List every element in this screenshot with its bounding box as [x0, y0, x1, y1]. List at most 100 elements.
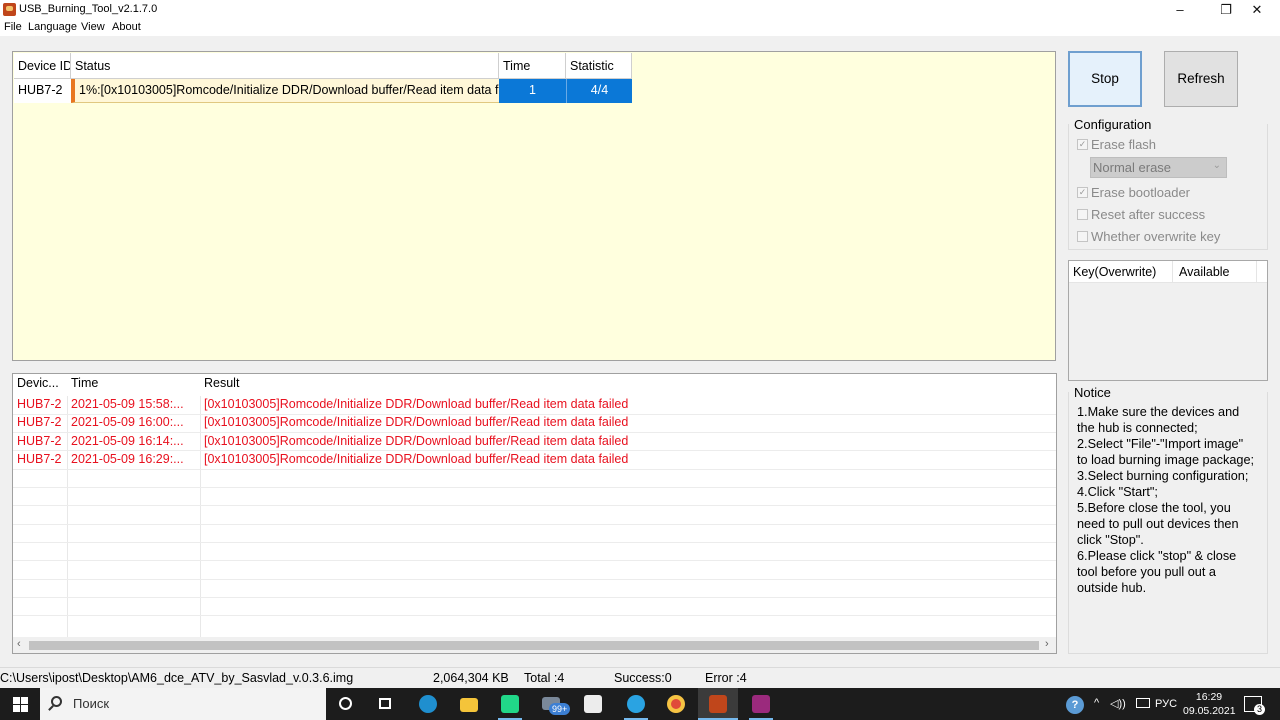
title-bar: USB_Burning_Tool_v2.1.7.0 – ❐ ✕ [0, 0, 1280, 20]
erase-flash-label: Erase flash [1091, 137, 1157, 152]
log-row-divider [13, 597, 1056, 598]
log-row-divider [13, 615, 1056, 616]
erase-mode-select[interactable]: Normal erase ⌄ [1090, 157, 1227, 178]
menu-view[interactable]: View [81, 21, 105, 33]
store-icon[interactable] [573, 688, 613, 720]
log-row-divider [13, 505, 1056, 506]
log-header-device[interactable]: Devic... [17, 376, 59, 390]
checkbox-empty [1077, 231, 1088, 242]
log-result: [0x10103005]Romcode/Initialize DDR/Downl… [204, 397, 629, 411]
menu-bar: File Language View About [0, 20, 1280, 36]
notice-line: 3.Select burning configuration; [1077, 469, 1249, 483]
device-id-cell: HUB7-2 [14, 79, 71, 103]
keyboard-icon[interactable] [1136, 698, 1150, 708]
erase-bootloader-checkbox[interactable]: ✓ Erase bootloader [1077, 185, 1277, 201]
checkbox-empty [1077, 209, 1088, 220]
menu-language[interactable]: Language [28, 21, 77, 33]
volume-icon[interactable]: ◁)) [1110, 697, 1126, 720]
refresh-button[interactable]: Refresh [1164, 51, 1238, 107]
log-device: HUB7-2 [17, 452, 62, 466]
notice-title: Notice [1074, 385, 1111, 400]
scroll-right-icon[interactable]: › [1045, 638, 1049, 650]
key-table-header: Key(Overwrite) Available [1069, 261, 1267, 283]
log-row[interactable]: HUB7-2 2021-05-09 15:58:... [0x10103005]… [13, 395, 1056, 413]
log-row-divider [13, 524, 1056, 525]
total-count: Total :4 [524, 671, 565, 685]
log-time: 2021-05-09 16:14:... [71, 434, 184, 448]
log-device: HUB7-2 [17, 434, 62, 448]
success-count: Success:0 [614, 671, 672, 685]
edge-icon[interactable] [408, 688, 448, 720]
log-row-divider [13, 560, 1056, 561]
scrollbar-thumb[interactable] [29, 641, 1039, 650]
log-device: HUB7-2 [17, 415, 62, 429]
telegram-icon[interactable] [616, 688, 656, 720]
header-available[interactable]: Available [1179, 265, 1230, 279]
horizontal-scrollbar[interactable]: ‹ › [13, 637, 1056, 653]
overwrite-key-label: Whether overwrite key [1091, 229, 1221, 244]
taskbar-search-input[interactable]: Поиск [40, 688, 326, 720]
notification-badge: 99+ [549, 703, 571, 715]
log-row[interactable]: HUB7-2 2021-05-09 16:00:... [0x10103005]… [13, 413, 1056, 431]
tray-up-icon[interactable]: ^ [1094, 697, 1099, 720]
error-count: Error :4 [705, 671, 747, 685]
menu-about[interactable]: About [112, 21, 141, 33]
notice-line: outside hub. [1077, 581, 1147, 595]
notice-line: 1.Make sure the devices and [1077, 405, 1240, 419]
log-row[interactable]: HUB7-2 2021-05-09 16:29:... [0x10103005]… [13, 450, 1056, 468]
clock-date: 09.05.2021 [1183, 705, 1236, 717]
menu-file[interactable]: File [4, 21, 22, 33]
log-device: HUB7-2 [17, 397, 62, 411]
log-result: [0x10103005]Romcode/Initialize DDR/Downl… [204, 415, 629, 429]
usb-burning-tool-icon[interactable] [698, 688, 738, 720]
notice-line: 2.Select "File"-"Import image" [1077, 437, 1244, 451]
notice-line: need to pull out devices then [1077, 517, 1239, 531]
close-button[interactable]: ✕ [1234, 0, 1280, 20]
notice-line: 6.Please click "stop" & close [1077, 549, 1237, 563]
header-device-id[interactable]: Device ID [14, 53, 71, 79]
pycharm-icon[interactable] [490, 688, 530, 720]
scroll-left-icon[interactable]: ‹ [17, 638, 21, 650]
notice-line: to load burning image package; [1077, 453, 1255, 467]
clock[interactable]: 16:29 09.05.2021 [1183, 690, 1236, 718]
cortana-icon[interactable] [326, 688, 366, 720]
log-time: 2021-05-09 16:29:... [71, 452, 184, 466]
device-table[interactable]: Device ID Status Time Statistic HUB7-2 1… [12, 51, 1056, 361]
overwrite-key-checkbox[interactable]: Whether overwrite key [1077, 229, 1277, 245]
log-header-time[interactable]: Time [71, 376, 98, 390]
chrome-icon[interactable] [656, 688, 696, 720]
device-statistic-cell: 4/4 [566, 79, 632, 103]
reset-after-success-checkbox[interactable]: Reset after success [1077, 207, 1277, 223]
language-indicator[interactable]: РУС [1155, 698, 1177, 720]
reset-after-success-label: Reset after success [1091, 207, 1206, 222]
notification-count: 3 [1254, 704, 1266, 715]
notice-line: the hub is connected; [1077, 421, 1198, 435]
device-status-cell: 1%:[0x10103005]Romcode/Initialize DDR/Do… [71, 79, 499, 103]
header-statistic[interactable]: Statistic [566, 53, 632, 79]
header-key-overwrite[interactable]: Key(Overwrite) [1073, 265, 1156, 279]
log-time: 2021-05-09 15:58:... [71, 397, 184, 411]
minimize-button[interactable]: – [1157, 0, 1203, 20]
chevron-down-icon: ⌄ [1212, 160, 1221, 171]
checkmark-icon: ✓ [1077, 139, 1088, 150]
task-view-icon[interactable] [366, 688, 406, 720]
configuration-title: Configuration [1074, 117, 1152, 132]
log-row[interactable]: HUB7-2 2021-05-09 16:14:... [0x10103005]… [13, 432, 1056, 450]
taskbar: Поиск 99+ ? ^ ◁)) РУС 16:29 09.05.2021 3 [0, 688, 1280, 720]
window-title: USB_Burning_Tool_v2.1.7.0 [19, 3, 158, 15]
header-status[interactable]: Status [71, 53, 499, 79]
erase-mode-value: Normal erase [1093, 160, 1172, 175]
checkmark-icon: ✓ [1077, 187, 1088, 198]
device-time-cell: 1 [499, 79, 566, 103]
windows-start-icon[interactable] [0, 688, 40, 720]
winrar-icon[interactable] [741, 688, 781, 720]
erase-flash-checkbox[interactable]: ✓ Erase flash [1077, 137, 1277, 153]
log-table[interactable]: Devic... Time Result HUB7-2 2021-05-09 1… [12, 373, 1057, 654]
log-header-result[interactable]: Result [204, 376, 239, 390]
header-time[interactable]: Time [499, 53, 566, 79]
search-placeholder: Поиск [73, 696, 110, 711]
stop-button[interactable]: Stop [1068, 51, 1142, 107]
help-icon[interactable]: ? [1066, 696, 1084, 714]
key-table[interactable]: Key(Overwrite) Available [1068, 260, 1268, 381]
file-explorer-icon[interactable] [449, 688, 489, 720]
